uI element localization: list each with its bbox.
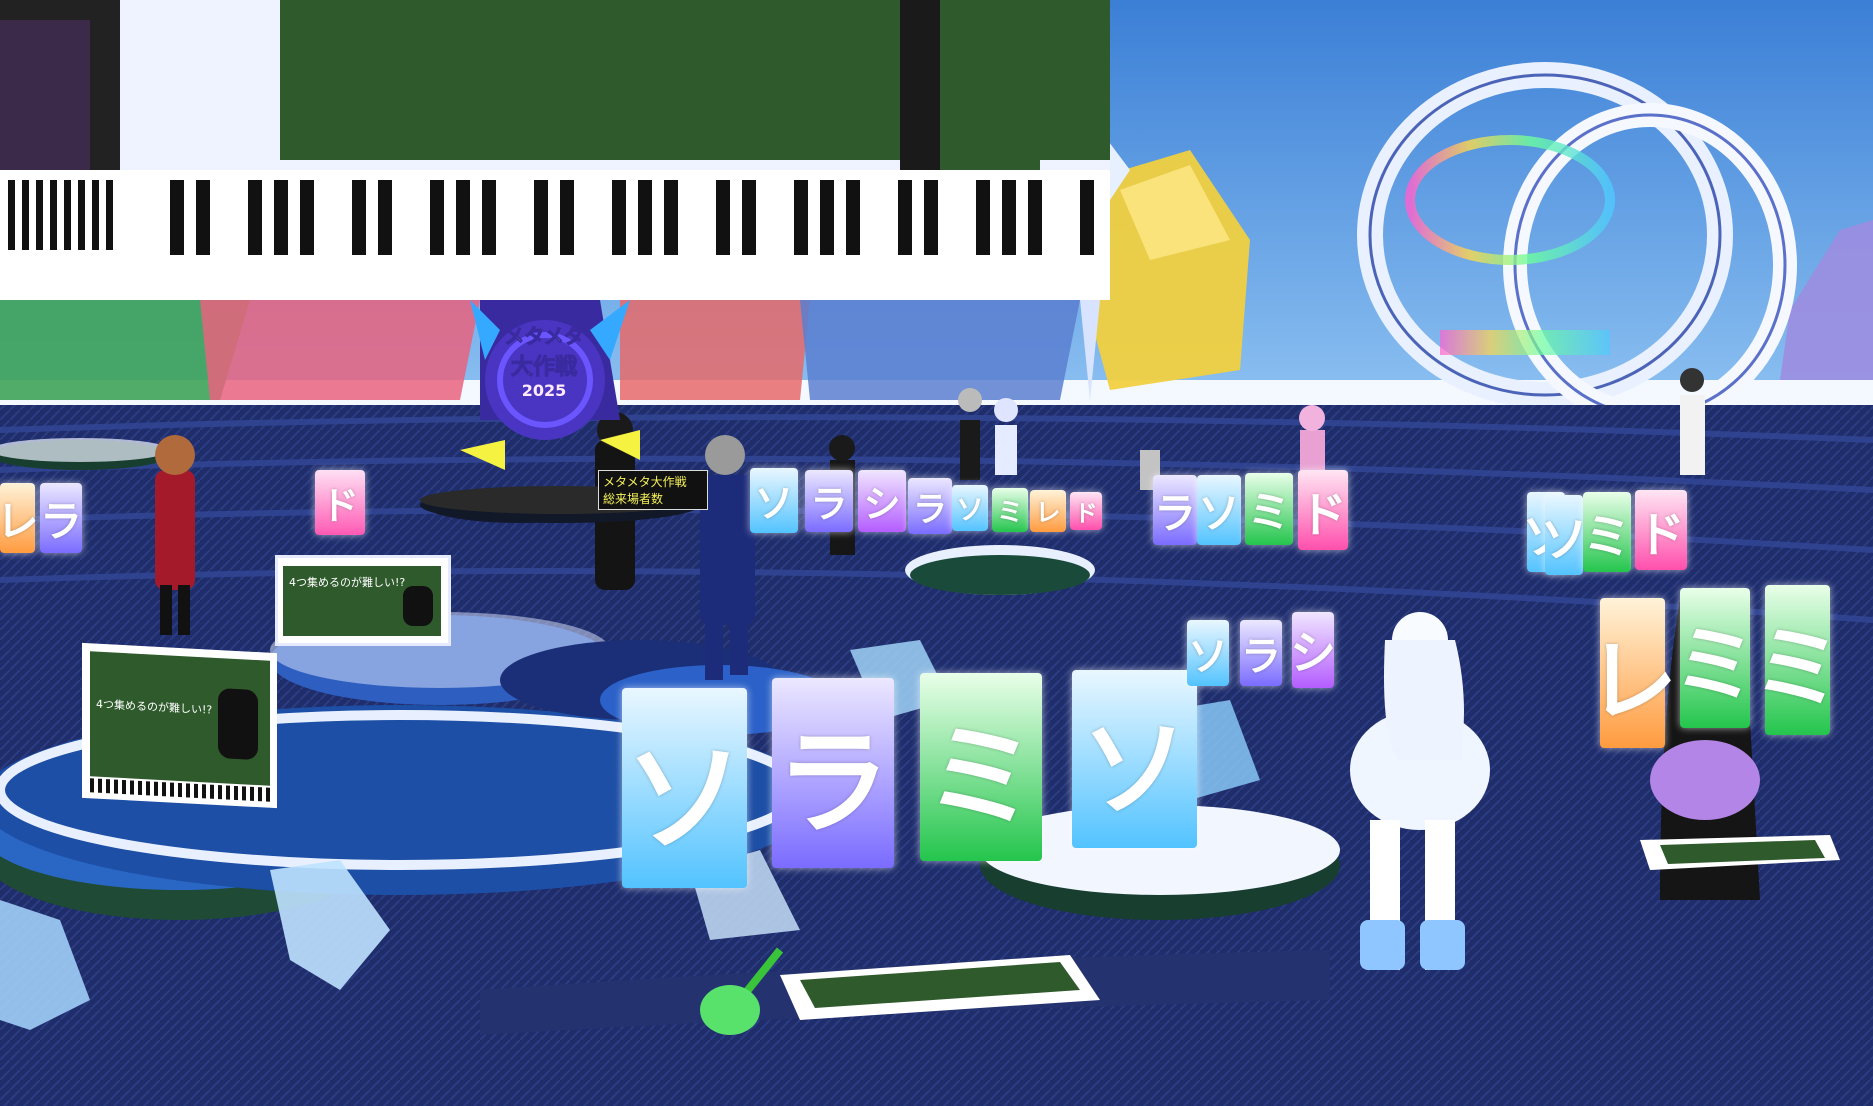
note-card-label: ミ (1673, 615, 1758, 714)
note-card-label: ラ (1241, 634, 1281, 680)
note-card-label: ソ (754, 481, 794, 527)
note-card: ミ (920, 673, 1042, 861)
note-card: ソ (750, 468, 798, 533)
logo-year: 2025 (521, 381, 567, 400)
note-card: ソ (1197, 475, 1241, 545)
note-card-label: ミ (1247, 488, 1291, 538)
note-card-label: シ (863, 483, 901, 526)
visitor-count-sign: メタメタ大作戦 総来場者数 (598, 470, 708, 510)
note-card-label: ラ (775, 716, 890, 850)
note-card: ミ (1583, 492, 1631, 572)
note-card-label: シ (1290, 626, 1336, 680)
note-card-label: レ (0, 496, 39, 546)
note-card-label: ド (1298, 487, 1347, 543)
note-card: ラ (1153, 475, 1197, 545)
info-board-left: 4つ集めるのが難しい!? (275, 555, 451, 646)
note-card: ラ (908, 478, 952, 534)
note-card: レ (0, 483, 39, 553)
note-card: ミ (1753, 585, 1843, 735)
note-card-label: ラ (40, 496, 83, 546)
note-card-label: ソ (955, 493, 984, 526)
note-card-label: レ (1035, 498, 1061, 527)
logo-line2: 大作戦 (510, 355, 577, 381)
note-card: ソ (622, 688, 747, 888)
note-card-label: ソ (624, 730, 745, 869)
board-headline-front: 4つ集めるのが難しい!? (96, 697, 213, 717)
note-card-left-single: ド (315, 470, 365, 535)
note-card: ソ (1187, 620, 1229, 686)
note-card-label: レ (1587, 629, 1678, 734)
sign-line1: メタメタ大作戦 (603, 475, 687, 489)
note-card: ソ (952, 485, 988, 531)
note-card-label: ソ (1197, 488, 1240, 538)
event-logo-title: メタメタ 大作戦 2025 (484, 320, 604, 401)
note-card: ド (1635, 490, 1687, 570)
sign-line2: 総来場者数 (603, 492, 664, 506)
info-board-front: 4つ集めるのが難しい!? (82, 642, 277, 809)
note-card: ミ (992, 488, 1028, 532)
note-card: シ (858, 470, 906, 532)
note-card: ド (1298, 470, 1348, 550)
note-card: ド (1070, 492, 1102, 530)
note-card: ラ (1240, 620, 1282, 686)
note-card-label: ラ (913, 489, 947, 530)
board-headline: 4つ集めるのが難しい!? (289, 576, 406, 589)
note-card-label: ソ (1080, 707, 1188, 832)
note-card-label: ミ (924, 711, 1038, 843)
note-card-label: ド (1074, 501, 1098, 527)
note-card: ラ (805, 470, 853, 532)
note-card-label: ソ (1188, 634, 1228, 680)
note-card: ソ (1072, 670, 1197, 848)
note-card: レ (1030, 490, 1066, 532)
note-card: ソ (1540, 495, 1588, 575)
note-card-label: ミ (1752, 616, 1843, 721)
note-card: ラ (40, 483, 82, 553)
logo-line1: メタメタ (504, 324, 584, 349)
note-card-label: ラ (1153, 488, 1196, 538)
note-card-label: ミ (996, 497, 1023, 528)
note-card: ミ (1245, 473, 1293, 545)
note-card-label: ラ (810, 483, 848, 526)
note-card-label: ソ (1540, 512, 1589, 568)
note-card: ミ (1673, 588, 1757, 728)
game-viewport[interactable]: メタメタ 大作戦 2025 メタメタ大作戦 総来場者数 4つ集めるのが難しい!?… (0, 0, 1873, 1106)
piano-keys (0, 170, 1110, 300)
note-card-label: ミ (1583, 509, 1632, 565)
note-card: レ (1588, 598, 1678, 748)
note-card: シ (1290, 612, 1336, 688)
note-card-label: ド (1636, 507, 1685, 563)
note-card: ラ (772, 678, 894, 868)
